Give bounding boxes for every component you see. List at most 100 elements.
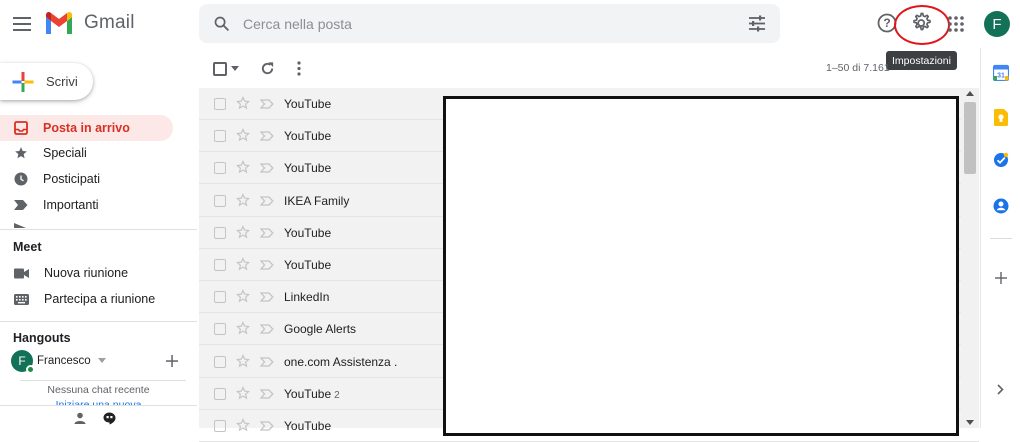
gmail-logo[interactable]: Gmail: [44, 11, 135, 34]
important-outline-icon[interactable]: [260, 163, 274, 174]
search-input[interactable]: [243, 4, 723, 43]
important-outline-icon[interactable]: [260, 292, 274, 302]
mail-sender: YouTube: [284, 97, 334, 111]
mail-sender: YouTube: [284, 129, 334, 143]
meet-join-meeting[interactable]: Partecipa a riunione: [0, 286, 173, 312]
mail-sender: Google Alerts: [284, 322, 359, 336]
row-checkbox[interactable]: [214, 420, 226, 432]
important-outline-icon[interactable]: [260, 99, 274, 109]
gear-icon: [913, 12, 931, 31]
google-apps-button[interactable]: [948, 16, 964, 32]
important-icon: [14, 200, 28, 210]
scroll-down-icon[interactable]: [966, 420, 974, 425]
row-checkbox[interactable]: [214, 323, 226, 336]
star-outline-icon[interactable]: [236, 321, 250, 335]
refresh-icon[interactable]: [260, 61, 275, 76]
mail-list-scrollbar[interactable]: [961, 88, 979, 428]
add-addon-icon[interactable]: [995, 272, 1007, 284]
important-outline-icon[interactable]: [260, 260, 274, 270]
sidebar-item-label: Partecipa a riunione: [44, 292, 156, 306]
no-recent-chat-text: Nessuna chat recente: [47, 384, 150, 396]
svg-text:?: ?: [883, 16, 890, 30]
main-menu-button[interactable]: [8, 10, 36, 38]
star-outline-icon[interactable]: [236, 224, 250, 239]
star-outline-icon[interactable]: [236, 289, 250, 303]
mail-sender-name: Google Alerts: [284, 322, 357, 337]
row-checkbox[interactable]: [214, 291, 226, 304]
star-icon: [15, 147, 27, 159]
settings-button[interactable]: [910, 11, 934, 35]
sidebar-item-label: Importanti: [43, 198, 99, 212]
pagination-text: 1–50 di 7.161: [826, 62, 890, 74]
side-panel: 31: [980, 48, 1020, 428]
scroll-up-icon[interactable]: [966, 91, 974, 96]
video-icon: [14, 268, 29, 278]
star-outline-icon[interactable]: [236, 257, 250, 271]
important-outline-icon[interactable]: [260, 195, 274, 206]
important-outline-icon[interactable]: [260, 228, 274, 238]
search-icon[interactable]: [213, 15, 230, 32]
sidebar-item-snoozed[interactable]: Posticipati: [0, 166, 173, 192]
hangouts-chat-icon[interactable]: [103, 412, 116, 425]
row-checkbox[interactable]: [214, 259, 226, 271]
mail-sender: IKEA Family: [284, 194, 352, 208]
row-checkbox[interactable]: [214, 194, 226, 207]
row-checkbox[interactable]: [214, 162, 226, 175]
meet-new-meeting[interactable]: Nuova riunione: [0, 260, 173, 286]
star-outline-icon[interactable]: [236, 96, 250, 110]
hangouts-section-title: Hangouts: [13, 331, 71, 345]
mail-sender-name: YouTube: [284, 129, 332, 144]
search-bar[interactable]: [199, 4, 780, 43]
star-outline-icon[interactable]: [236, 385, 250, 400]
sidebar-item-label: Posticipati: [43, 172, 100, 186]
redacted-preview-box: [443, 96, 959, 436]
star-outline-icon[interactable]: [236, 192, 250, 207]
chevron-down-icon[interactable]: [231, 66, 239, 71]
mail-sender-name: IKEA Family: [284, 193, 350, 208]
contacts-icon[interactable]: [993, 198, 1009, 214]
calendar-icon[interactable]: 31: [993, 64, 1009, 81]
compose-button[interactable]: Scrivi: [0, 63, 93, 100]
chevron-down-icon[interactable]: [98, 358, 106, 363]
sidebar-divider: [0, 229, 197, 230]
sidebar-item-important[interactable]: Importanti: [0, 192, 173, 218]
star-outline-icon[interactable]: [236, 353, 250, 368]
keyboard-icon: [14, 293, 29, 305]
important-outline-icon[interactable]: [260, 421, 274, 431]
row-checkbox[interactable]: [214, 355, 226, 368]
person-icon[interactable]: [74, 412, 86, 424]
keep-icon[interactable]: [994, 109, 1008, 126]
sidebar-item-starred[interactable]: Speciali: [0, 140, 173, 166]
star-outline-icon[interactable]: [236, 128, 250, 142]
mail-sender: YouTube 2: [284, 387, 340, 401]
sidebar-item-inbox[interactable]: Posta in arrivo: [0, 115, 173, 141]
more-vert-icon[interactable]: [297, 61, 301, 76]
important-outline-icon[interactable]: [260, 131, 274, 141]
hangouts-user-name: Francesco: [37, 355, 91, 367]
account-avatar[interactable]: F: [984, 11, 1010, 37]
star-outline-icon[interactable]: [236, 418, 250, 432]
row-checkbox[interactable]: [214, 98, 226, 110]
star-outline-icon[interactable]: [236, 160, 250, 174]
select-all-checkbox[interactable]: [213, 62, 227, 76]
scroll-thumb[interactable]: [964, 102, 976, 174]
sidebar-divider: [0, 321, 197, 322]
row-checkbox[interactable]: [214, 226, 226, 239]
important-outline-icon[interactable]: [260, 389, 274, 399]
tasks-icon[interactable]: [993, 152, 1009, 168]
important-outline-icon[interactable]: [260, 356, 274, 367]
online-status-dot: [26, 365, 35, 374]
chevron-right-icon[interactable]: [997, 384, 1004, 395]
thread-count: 2: [334, 389, 340, 401]
inbox-icon: [14, 121, 28, 135]
svg-text:31: 31: [997, 73, 1005, 80]
important-outline-icon[interactable]: [260, 324, 274, 335]
row-checkbox[interactable]: [214, 387, 226, 400]
mail-sender-name: one.com Assistenza .: [284, 354, 398, 369]
hangouts-add-icon[interactable]: [166, 355, 178, 367]
row-checkbox[interactable]: [214, 130, 226, 143]
gmail-m-icon: [46, 11, 72, 34]
sidebar-item-partial: [14, 220, 174, 228]
search-options-icon[interactable]: [748, 15, 766, 32]
hangouts-user[interactable]: F Francesco: [11, 350, 91, 374]
